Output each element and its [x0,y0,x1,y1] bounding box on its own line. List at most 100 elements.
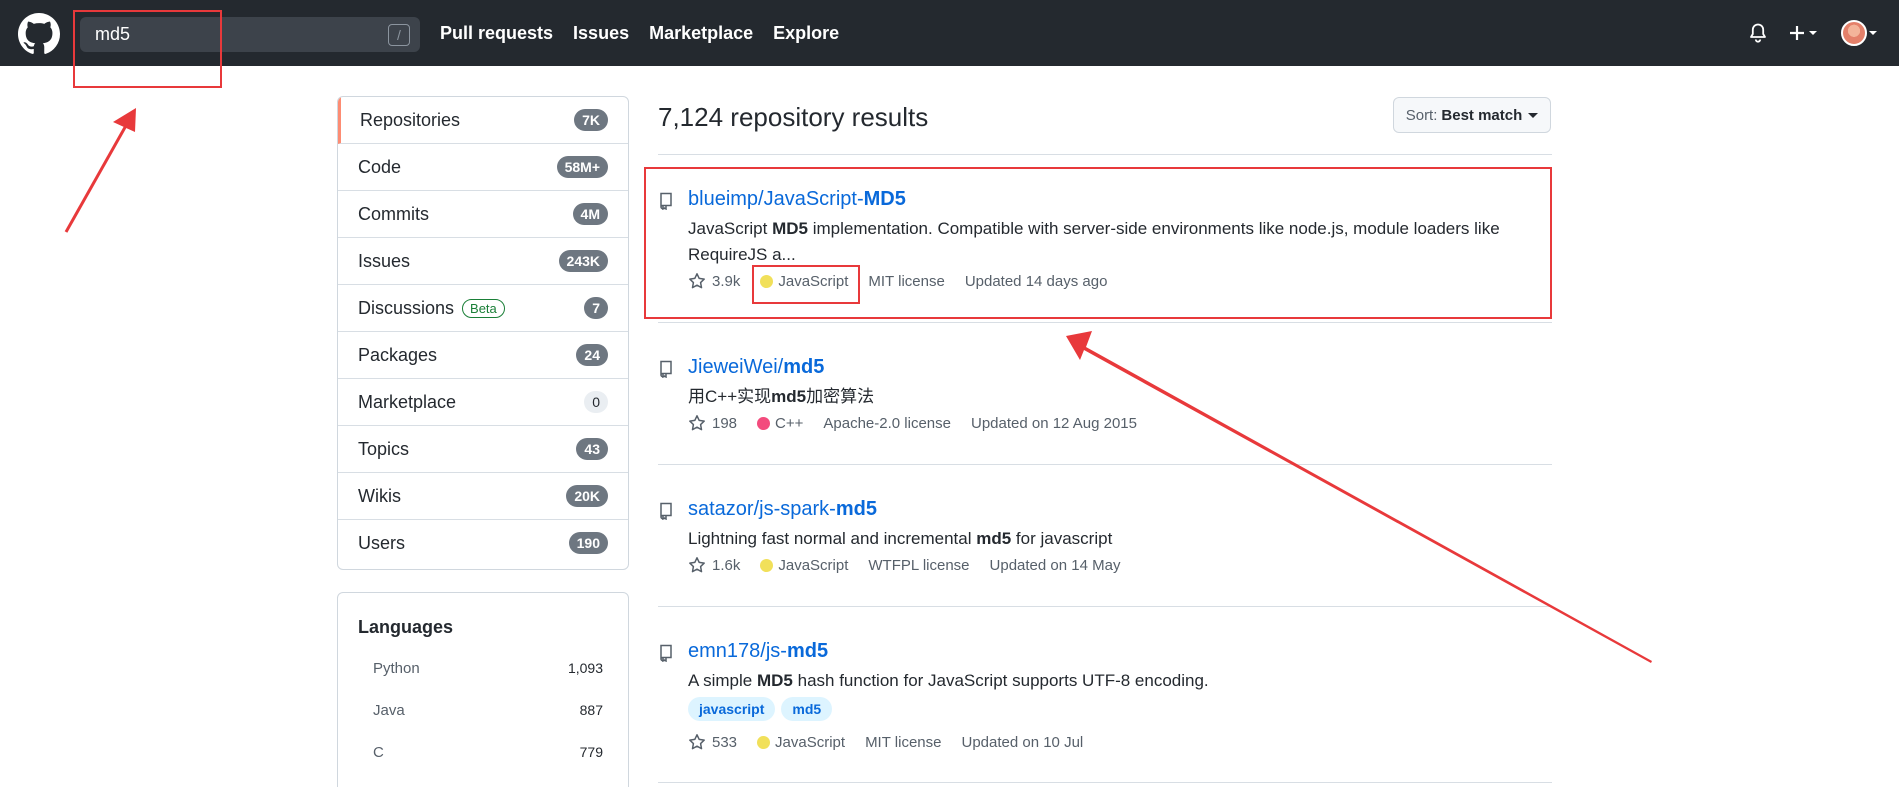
language-name: JavaScript [775,733,846,751]
repo-language: JavaScript [760,557,848,574]
language-filter-python[interactable]: Python 1,093 [373,660,603,677]
menu-item-commits[interactable]: Commits 4M [338,191,628,238]
plus-icon[interactable] [1789,24,1819,42]
menu-item-repositories[interactable]: Repositories 7K [338,97,628,144]
search-type-menu: Repositories 7K Code 58M+ Commits 4M Issues… [337,96,629,570]
language-filter-c[interactable]: C 779 [373,744,603,761]
topic-tags: javascript md5 [688,697,838,721]
star-icon [689,415,705,431]
menu-count: 4M [572,203,608,225]
menu-count: 7K [574,109,608,131]
bell-icon[interactable] [1749,23,1767,43]
topic-tag-md5[interactable]: md5 [781,697,833,721]
desc-text: 用C++实现 [688,387,772,406]
repo-language: JavaScript [757,734,845,751]
menu-label: Issues [358,250,411,271]
top-header: / Pull requests Issues Marketplace Explo… [0,0,1899,66]
header-nav: Pull requests Issues Marketplace Explore [440,0,859,66]
beta-badge: Beta [462,298,505,318]
slash-shortcut-hint: / [388,24,410,46]
menu-count: 0 [584,391,608,413]
repo-icon [660,360,672,378]
language-name: Java [373,702,405,719]
divider [658,322,1552,323]
repo-owner-path: JieweiWei/ [688,356,784,378]
nav-pull-requests[interactable]: Pull requests [440,23,553,44]
desc-match: md5 [976,529,1012,548]
star-icon [689,557,705,573]
menu-item-packages[interactable]: Packages 24 [338,332,628,379]
results-heading: 7,124 repository results [658,102,929,132]
repo-owner-path: emn178/js- [688,640,787,662]
repo-link[interactable]: JieweiWei/md5 [688,356,824,379]
repo-meta: 198 C++ Apache-2.0 license Updated on 12… [688,414,1137,432]
repo-license: MIT license [865,733,942,751]
divider [658,464,1552,465]
divider [658,606,1552,607]
repo-link[interactable]: emn178/js-md5 [688,640,828,663]
menu-count: 190 [568,532,608,554]
desc-text: Lightning fast normal and incremental [688,529,977,548]
language-name: C++ [775,414,804,432]
language-count: 1,093 [567,660,603,676]
repo-description: A simple MD5 hash function for JavaScrip… [688,668,1548,694]
repo-link[interactable]: satazor/js-spark-md5 [688,498,877,521]
stargazers-link[interactable]: 1.6k [688,556,740,574]
sort-dropdown[interactable]: Sort: Best match [1393,97,1551,133]
menu-item-code[interactable]: Code 58M+ [338,144,628,191]
repo-description: Lightning fast normal and incremental md… [688,526,1548,552]
repo-name-match: md5 [783,356,825,378]
language-count: 887 [579,702,603,718]
sort-prefix: Sort: [1405,106,1438,124]
language-filter-java[interactable]: Java 887 [373,702,603,719]
annotation-arrow-search [64,108,136,233]
menu-item-topics[interactable]: Topics 43 [338,426,628,473]
repo-icon [660,644,672,662]
menu-item-marketplace[interactable]: Marketplace 0 [338,379,628,426]
menu-item-wikis[interactable]: Wikis 20K [338,473,628,520]
repo-meta: 1.6k JavaScript WTFPL license Updated on… [688,556,1120,574]
nav-marketplace[interactable]: Marketplace [649,23,753,44]
stargazers-link[interactable]: 198 [688,414,737,432]
menu-label: Topics [358,438,410,459]
desc-text: 加密算法 [806,387,875,406]
avatar-menu[interactable] [1841,20,1879,46]
caret-down-icon [1528,112,1539,118]
desc-text: for javascript [1011,529,1113,548]
repo-result-2: JieweiWei/md5 用C++实现 md5 加密算法 198 C++ Apac… [658,356,1552,466]
language-color-dot [757,735,771,749]
repo-owner-path: satazor/js-spark- [688,498,836,520]
nav-explore[interactable]: Explore [773,23,839,44]
language-name: C [373,744,384,761]
divider [658,782,1552,783]
avatar [1841,20,1867,46]
repo-icon [660,502,672,520]
header-actions [1727,0,1879,66]
language-color-dot [757,416,771,430]
menu-count: 7 [584,297,608,319]
languages-panel: Languages Python 1,093 Java 887 C 779 [337,592,629,787]
menu-item-discussions[interactable]: Discussions Beta 7 [338,285,628,332]
stargazers-link[interactable]: 533 [688,733,737,751]
repo-name-match: md5 [835,498,877,520]
topic-tag-javascript[interactable]: javascript [688,697,776,721]
star-count: 533 [712,733,738,751]
menu-item-users[interactable]: Users 190 [338,520,628,567]
repo-license: WTFPL license [868,556,970,574]
nav-issues[interactable]: Issues [573,23,629,44]
sort-value: Best match [1441,106,1523,124]
github-logo-icon[interactable] [18,13,60,55]
chevron-down-icon [1869,31,1877,35]
star-count: 198 [712,414,738,432]
menu-label: Wikis [358,485,401,506]
divider [658,154,1552,155]
languages-title: Languages [358,617,454,637]
star-icon [689,734,705,750]
language-color-dot [760,558,774,572]
language-name: Python [373,660,420,677]
menu-label: Marketplace [358,391,457,412]
menu-label: Discussions [358,297,455,318]
menu-label: Commits [358,203,429,224]
menu-item-issues[interactable]: Issues 243K [338,238,628,285]
menu-label: Repositories [360,109,461,130]
